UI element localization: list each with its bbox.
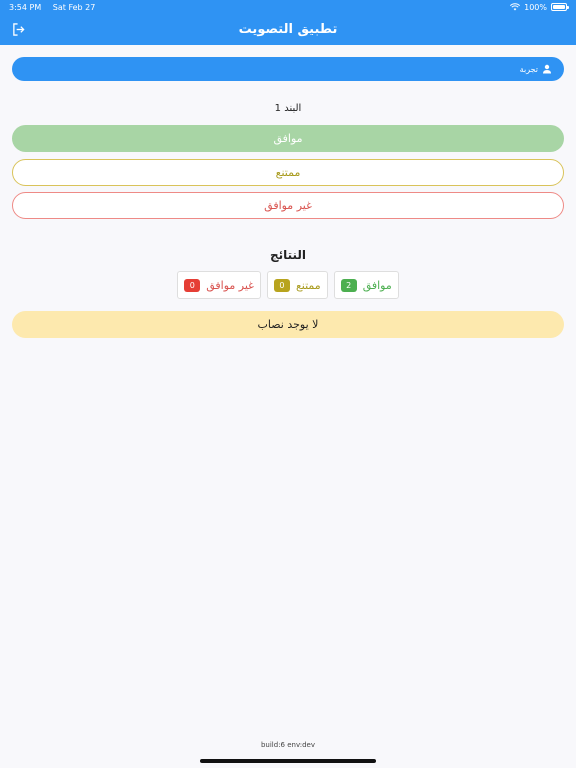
vote-abstain-button[interactable]: ممتنع <box>12 159 564 186</box>
app-header: 3:54 PM Sat Feb 27 100% تطبيق التصويت <box>0 0 576 45</box>
battery-icon <box>551 3 569 11</box>
title-bar: تطبيق التصويت <box>0 14 576 45</box>
vote-disagree-button[interactable]: غير موافق <box>12 192 564 219</box>
wifi-icon <box>510 3 521 11</box>
battery-percentage: 100% <box>524 2 547 12</box>
vote-agree-button[interactable]: موافق <box>12 125 564 152</box>
results-title: النتائج <box>269 248 307 262</box>
logout-button[interactable] <box>10 21 26 37</box>
status-right: 100% <box>510 2 569 12</box>
logout-icon <box>12 22 25 36</box>
voting-app-screen: 3:54 PM Sat Feb 27 100% تطبيق التصويت تج… <box>0 0 576 768</box>
status-bar: 3:54 PM Sat Feb 27 100% <box>0 0 576 14</box>
quorum-banner: لا يوجد نصاب <box>12 311 564 338</box>
build-info: build:6 env:dev <box>260 741 315 749</box>
item-title: البند 1 <box>274 103 302 114</box>
user-bar[interactable]: تجربة <box>12 57 564 81</box>
result-agree: 2 موافق <box>333 271 399 299</box>
result-abstain: 0 ممتنع <box>266 271 328 299</box>
result-abstain-label: ممتنع <box>295 278 321 292</box>
status-left: 3:54 PM Sat Feb 27 <box>9 3 104 12</box>
result-disagree-count: 0 <box>184 278 201 292</box>
user-name: تجربة <box>519 64 538 74</box>
home-indicator[interactable] <box>200 759 376 763</box>
status-time: 3:54 PM <box>9 2 42 12</box>
result-disagree-label: غير موافق <box>206 278 254 292</box>
user-icon <box>543 64 551 74</box>
result-abstain-count: 0 <box>273 278 290 292</box>
result-disagree: 0 غير موافق <box>177 271 261 299</box>
results-row: 0 غير موافق 0 ممتنع 2 موافق <box>0 271 576 299</box>
app-title: تطبيق التصويت <box>238 22 338 37</box>
status-date: Sat Feb 27 <box>52 2 96 12</box>
result-agree-label: موافق <box>362 278 392 292</box>
result-agree-count: 2 <box>340 278 357 292</box>
